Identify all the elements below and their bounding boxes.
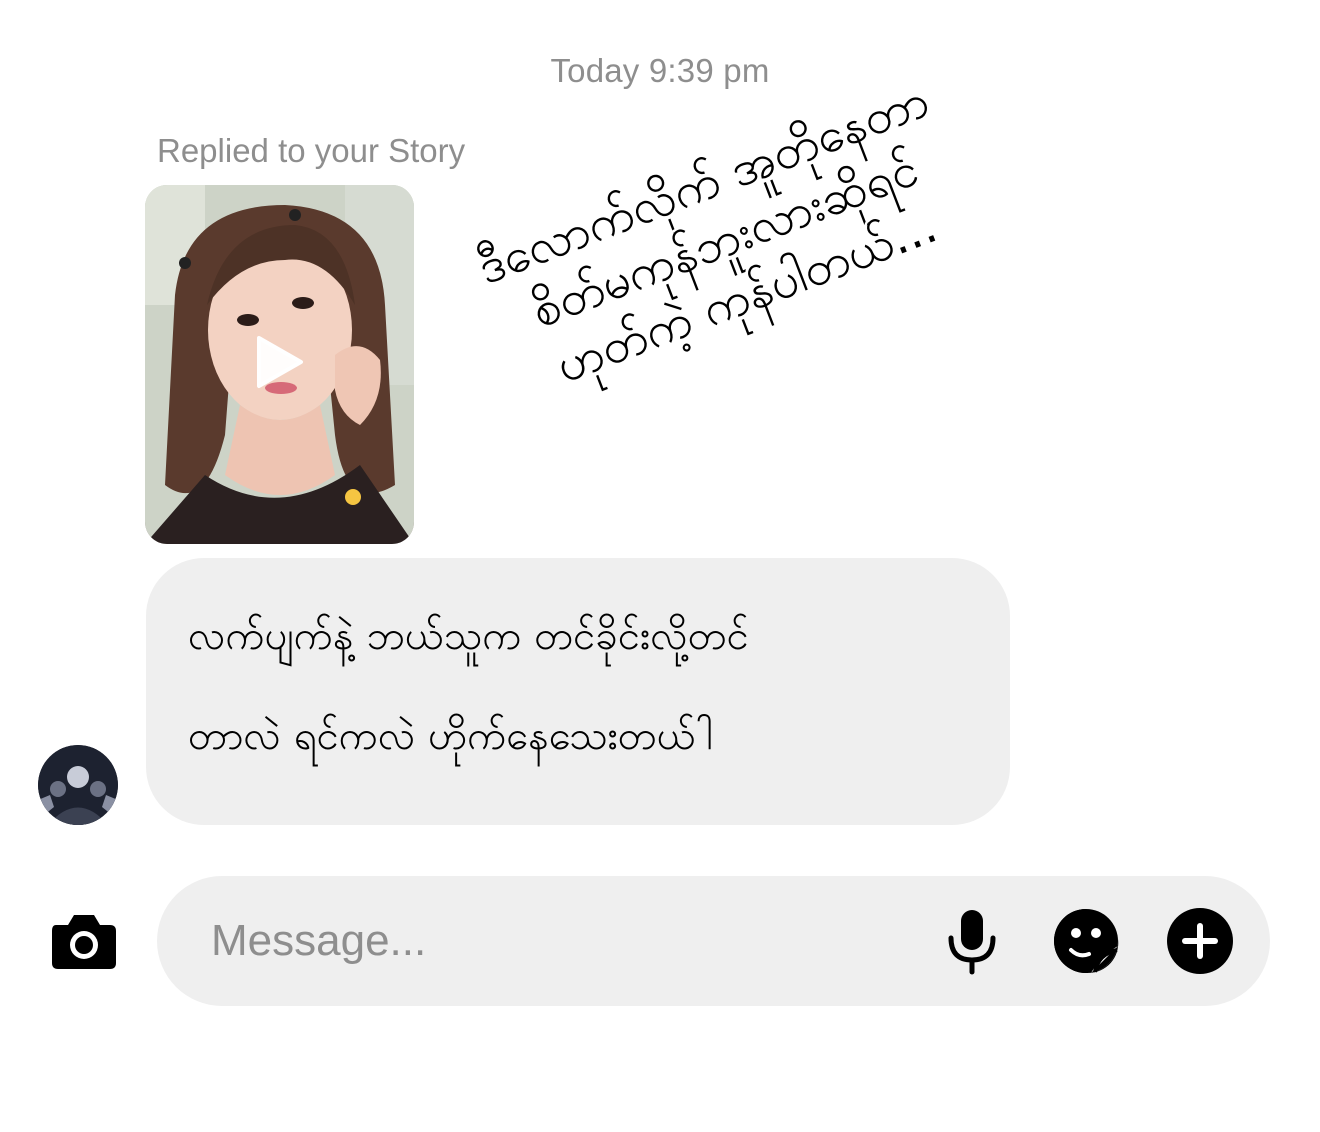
microphone-icon	[948, 910, 996, 975]
message-bubble[interactable]: လက်ပျက်နဲ့ ဘယ်သူက တင်ခိုင်းလို့တင် တာလဲ …	[146, 558, 1010, 825]
thread-timestamp: Today 9:39 pm	[550, 52, 770, 89]
plus-icon	[1167, 908, 1233, 974]
sender-avatar[interactable]	[38, 745, 118, 825]
replied-to-story-label: Replied to your Story	[157, 132, 466, 169]
sticker-icon	[1054, 909, 1119, 974]
message-composer	[157, 876, 1270, 1006]
avatar-image	[38, 745, 118, 825]
message-text-line: တာလဲ ရင်ကလဲ ဟိုက်နေသေးတယ်ါ	[188, 713, 714, 759]
camera-icon	[52, 915, 116, 969]
voice-message-button[interactable]	[937, 906, 1007, 976]
story-preview[interactable]	[145, 185, 414, 544]
message-input[interactable]	[211, 914, 911, 968]
direct-message-thread: Today 9:39 pm Replied to your Story ဒီလေ…	[0, 0, 1320, 1132]
play-icon	[257, 336, 303, 388]
sticker-button[interactable]	[1051, 906, 1121, 976]
add-media-button[interactable]	[1165, 906, 1235, 976]
message-text-line: လက်ပျက်နဲ့ ဘယ်သူက တင်ခိုင်းလို့တင်	[188, 613, 749, 659]
camera-button[interactable]	[48, 905, 120, 977]
story-caption-overlay: ဒီလောက်လိုက် အူတိုနေတာ စိတ်မကုန်ဘူးလားဆိ…	[394, 41, 1056, 438]
